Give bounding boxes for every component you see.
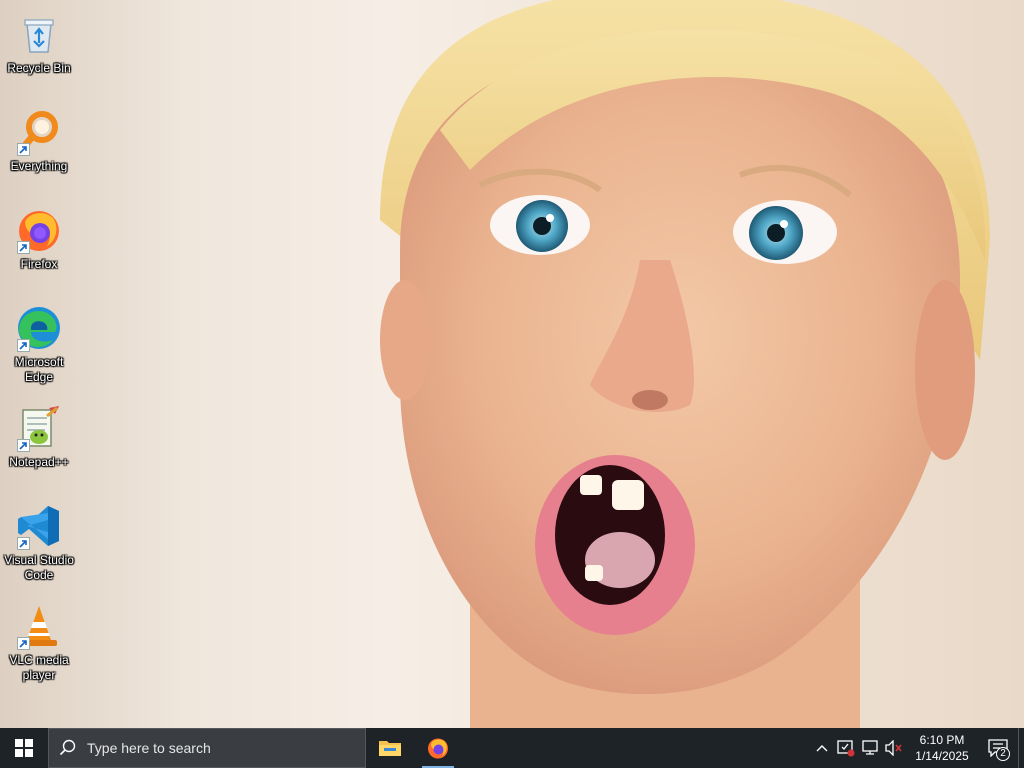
everything-search-icon: [15, 108, 63, 156]
notepad-plus-plus-icon: [15, 404, 63, 452]
desktop-icon-label: Everything: [10, 159, 68, 173]
desktop-icon-microsoft-edge[interactable]: Microsoft Edge: [2, 300, 76, 385]
desktop: Recycle Bin Everything Firefox Microsoft…: [0, 0, 1024, 728]
taskbar: Type here to search 6:10 PM 1/14/2025 2: [0, 728, 1024, 768]
shortcut-arrow-icon: [17, 143, 30, 156]
notification-count-badge: 2: [996, 747, 1010, 761]
recycle-bin-icon: [15, 10, 63, 58]
desktop-icon-label: Visual Studio Code: [4, 553, 74, 582]
desktop-icon-firefox[interactable]: Firefox: [2, 202, 76, 272]
taskbar-clock[interactable]: 6:10 PM 1/14/2025: [906, 728, 978, 768]
system-tray: 6:10 PM 1/14/2025 2: [810, 728, 1024, 768]
chevron-up-icon: [816, 745, 828, 752]
desktop-icon-label: Notepad++: [9, 455, 69, 469]
shortcut-arrow-icon: [17, 439, 30, 452]
windows-logo-icon: [15, 739, 33, 757]
volume-tray-button[interactable]: [882, 728, 906, 768]
network-tray-button[interactable]: [858, 728, 882, 768]
vscode-icon: [15, 502, 63, 550]
desktop-icon-label: Recycle Bin: [7, 61, 71, 75]
start-button[interactable]: [0, 728, 48, 768]
action-center-button[interactable]: 2: [978, 728, 1018, 768]
desktop-icon-visual-studio-code[interactable]: Visual Studio Code: [2, 498, 76, 583]
desktop-icon-label: VLC media player: [9, 653, 69, 682]
firefox-icon: [428, 738, 448, 759]
edge-icon: [15, 304, 63, 352]
show-hidden-icons-button[interactable]: [810, 728, 834, 768]
taskbar-search-box[interactable]: Type here to search: [48, 728, 366, 768]
wallpaper-photo: [380, 0, 990, 728]
shortcut-arrow-icon: [17, 339, 30, 352]
search-placeholder: Type here to search: [87, 740, 211, 756]
volume-muted-icon: [885, 740, 902, 756]
shortcut-arrow-icon: [17, 537, 30, 550]
desktop-icon-recycle-bin[interactable]: Recycle Bin: [2, 6, 76, 76]
search-icon: [59, 739, 76, 756]
desktop-icon-vlc[interactable]: VLC media player: [2, 598, 76, 683]
desktop-icon-everything[interactable]: Everything: [2, 104, 76, 174]
firefox-icon: [15, 206, 63, 254]
taskbar-firefox[interactable]: [414, 728, 462, 768]
desktop-icon-notepad-plus-plus[interactable]: Notepad++: [2, 400, 76, 470]
show-desktop-button[interactable]: [1018, 728, 1024, 768]
security-icon: [837, 740, 855, 757]
clock-date: 1/14/2025: [915, 749, 969, 763]
vlc-icon: [15, 602, 63, 650]
network-icon: [862, 740, 878, 755]
clock-time: 6:10 PM: [919, 733, 965, 747]
shortcut-arrow-icon: [17, 241, 30, 254]
desktop-icon-label: Firefox: [20, 257, 58, 271]
security-tray-button[interactable]: [834, 728, 858, 768]
shortcut-arrow-icon: [17, 637, 30, 650]
desktop-icon-label: Microsoft Edge: [14, 355, 64, 384]
file-explorer-icon: [379, 741, 401, 756]
taskbar-file-explorer[interactable]: [366, 728, 414, 768]
